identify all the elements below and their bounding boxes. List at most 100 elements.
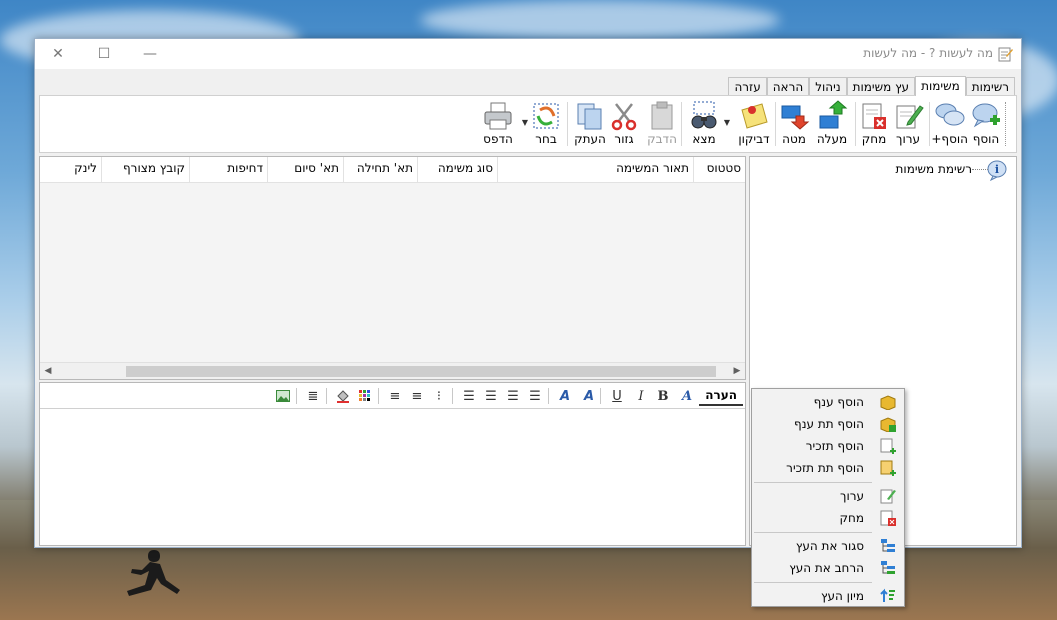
menu-add-branch[interactable]: הוסף ענף — [754, 391, 902, 413]
app-notepad-icon — [998, 47, 1013, 62]
move-up-label: מעלה — [816, 132, 848, 146]
add-label: הוסף — [972, 132, 1000, 146]
sticker-dropdown-icon[interactable]: ▼ — [724, 118, 730, 127]
indent-increase-icon[interactable]: ≡ — [408, 387, 426, 405]
add-plus-button[interactable]: הוסף+ — [931, 100, 968, 148]
edit-label: ערוך — [896, 132, 920, 146]
italic-button[interactable]: I — [632, 387, 650, 405]
tree-context-menu: הוסף ענף הוסף תת ענף הוסף תזכיר הוסף תת … — [751, 388, 905, 607]
select-button[interactable]: בחר — [530, 100, 562, 148]
title-bar: ✕ ☐ — מה לעשות ? - מה לעשות — [35, 39, 1021, 69]
edit-pencil-icon — [896, 105, 924, 129]
delete-icon — [880, 510, 896, 526]
menu-expand-tree[interactable]: הרחב את העץ — [754, 557, 902, 579]
runner-silhouette — [127, 550, 180, 596]
align-right-icon[interactable]: ☰ — [526, 387, 544, 405]
align-left-icon[interactable]: ☰ — [504, 387, 522, 405]
info-icon: i — [987, 160, 1007, 181]
column-status[interactable]: סטטוס — [693, 157, 745, 182]
copy-label: העתק — [574, 132, 606, 146]
add-button[interactable]: הוסף — [970, 100, 1002, 148]
add-plus-label: הוסף+ — [931, 132, 968, 146]
select-area-icon — [533, 103, 559, 129]
scroll-right-icon[interactable]: ▶ — [730, 364, 744, 378]
tab-task-tree[interactable]: עץ משימות — [846, 77, 916, 96]
paste-clipboard-icon — [651, 101, 673, 130]
align-center-icon[interactable]: ☰ — [482, 387, 500, 405]
menu-edit[interactable]: ערוך — [754, 485, 902, 507]
tab-lists[interactable]: רשימות — [965, 77, 1015, 96]
delete-doc-icon — [862, 103, 886, 129]
grid-header: סטטוס תאור המשימה סוג משימה תא' תחילה תא… — [40, 157, 745, 183]
indent-decrease-icon[interactable]: ≡ — [386, 387, 404, 405]
sticker-label: דביקון — [738, 132, 770, 146]
fill-color-icon[interactable] — [334, 387, 352, 405]
menu-collapse-tree[interactable]: סגור את העץ — [754, 535, 902, 557]
grid-body[interactable] — [40, 183, 745, 362]
tab-tasks[interactable]: משימות — [915, 76, 966, 96]
color-palette-icon[interactable] — [356, 387, 374, 405]
copy-docs-icon — [577, 103, 602, 130]
print-button[interactable]: הדפס — [482, 100, 514, 148]
tab-view[interactable]: הראה — [766, 77, 810, 96]
binoculars-icon — [691, 101, 717, 129]
scissors-icon — [611, 103, 637, 131]
numbered-list-icon[interactable]: ≣ — [304, 387, 322, 405]
add-plus-bubbles-icon — [935, 103, 965, 126]
scroll-thumb[interactable] — [126, 366, 716, 377]
font-grow-icon[interactable]: A — [580, 387, 598, 405]
svg-text:i: i — [995, 163, 999, 176]
menu-add-note[interactable]: הוסף תזכיר — [754, 435, 902, 457]
move-up-icon — [819, 100, 848, 129]
cut-button[interactable]: גזור — [608, 100, 640, 148]
minimize-icon: — — [143, 46, 157, 62]
insert-image-icon[interactable] — [274, 387, 292, 405]
edit-button[interactable]: ערוך — [892, 100, 924, 148]
move-down-icon — [781, 105, 810, 130]
tree-root-node[interactable]: רשימת משימות — [896, 162, 972, 176]
bold-button[interactable]: B — [654, 387, 672, 405]
column-start-date[interactable]: תא' תחילה — [343, 157, 417, 182]
font-shrink-icon[interactable]: A — [556, 387, 574, 405]
font-style-icon[interactable]: A — [678, 387, 696, 405]
copy-button[interactable]: העתק — [574, 100, 606, 148]
tasks-grid: סטטוס תאור המשימה סוג משימה תא' תחילה תא… — [39, 156, 746, 380]
tab-manage[interactable]: ניהול — [809, 77, 847, 96]
move-down-label: מטה — [782, 132, 806, 146]
delete-button[interactable]: מחק — [858, 100, 890, 148]
minimize-button[interactable]: — — [127, 39, 173, 69]
grid-horizontal-scrollbar[interactable]: ◀ ▶ — [40, 362, 745, 379]
note-add-icon — [880, 438, 896, 454]
paste-button[interactable]: הדבק — [646, 100, 678, 148]
select-dropdown-icon[interactable]: ▼ — [522, 118, 528, 127]
underline-button[interactable]: U — [608, 387, 626, 405]
sticky-note-icon — [741, 103, 768, 129]
bullets-icon[interactable]: ⁝ — [430, 387, 448, 405]
maximize-button[interactable]: ☐ — [81, 39, 127, 69]
menu-add-sub-note[interactable]: הוסף תת תזכיר — [754, 457, 902, 479]
column-task-type[interactable]: סוג משימה — [417, 157, 497, 182]
sticker-button[interactable]: דביקון — [738, 100, 770, 148]
column-link[interactable]: לינק — [39, 157, 101, 182]
scroll-left-icon[interactable]: ◀ — [41, 364, 55, 378]
menu-sort-tree[interactable]: מיון העץ — [754, 585, 902, 607]
column-end-date[interactable]: תא' סיום — [267, 157, 343, 182]
column-attachment[interactable]: קובץ מצורף — [101, 157, 189, 182]
align-justify-icon[interactable]: ☰ — [460, 387, 478, 405]
close-button[interactable]: ✕ — [35, 39, 81, 69]
menu-add-sub-branch[interactable]: הוסף תת ענף — [754, 413, 902, 435]
tab-help[interactable]: עזרה — [728, 77, 767, 96]
subnote-add-icon — [880, 460, 896, 476]
column-priority[interactable]: דחיפות — [189, 157, 267, 182]
delete-label: מחק — [861, 132, 887, 146]
column-description[interactable]: תאור המשימה — [497, 157, 693, 182]
add-bubble-icon — [972, 103, 1000, 128]
move-up-button[interactable]: מעלה — [816, 100, 848, 148]
find-button[interactable]: מצא — [688, 100, 720, 148]
move-down-button[interactable]: מטה — [778, 100, 810, 148]
paste-label: הדבק — [647, 132, 677, 146]
sort-tree-icon — [880, 588, 895, 602]
toolbar-grip[interactable] — [1005, 102, 1008, 146]
editor-note-tab[interactable]: הערה — [699, 386, 743, 406]
menu-delete[interactable]: מחק — [754, 507, 902, 529]
